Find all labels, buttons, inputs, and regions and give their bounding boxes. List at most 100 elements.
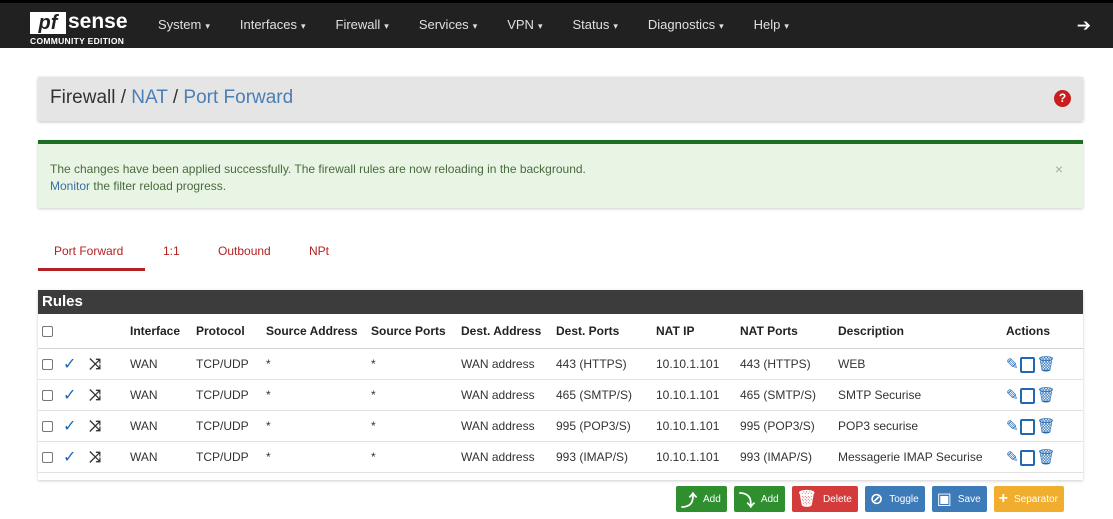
- row-checkbox[interactable]: [42, 359, 53, 371]
- pfsense-logo[interactable]: pf sense COMMUNITY EDITION: [30, 10, 140, 46]
- row-checkbox[interactable]: [42, 452, 53, 464]
- action-buttons: ⤴ Add ⤵ Add 🗑 Delete ⊘ Toggle ▣ Save + Separat…: [676, 486, 1071, 514]
- select-all-header[interactable]: [38, 314, 59, 349]
- table-row[interactable]: ✓ ⤨ WAN TCP/UDP * * WAN address 995 (POP…: [38, 410, 1083, 442]
- close-icon[interactable]: ×: [1055, 161, 1063, 177]
- copy-icon[interactable]: [1019, 419, 1035, 436]
- header-source-ports[interactable]: Source Ports: [367, 314, 457, 349]
- cell-nat-ip: 10.10.1.101: [652, 348, 736, 380]
- menu-services[interactable]: Services ▾: [419, 17, 477, 37]
- random-icon: ⤨: [89, 355, 102, 373]
- cell-actions: ✎ 🗑: [1002, 410, 1083, 442]
- trash-icon[interactable]: 🗑: [1037, 417, 1056, 435]
- header-protocol[interactable]: Protocol: [192, 314, 262, 349]
- sign-out-icon[interactable]: ➔: [1077, 16, 1091, 36]
- cell-protocol: TCP/UDP: [192, 410, 262, 442]
- pencil-icon[interactable]: ✎: [1006, 355, 1019, 373]
- toggle-button[interactable]: ⊘ Toggle: [864, 486, 925, 512]
- active-tab-indicator: [38, 268, 145, 271]
- header-dest-ports[interactable]: Dest. Ports: [552, 314, 652, 349]
- caret-down-icon: ▾: [472, 21, 478, 31]
- header-description[interactable]: Description: [834, 314, 1002, 349]
- separator-button[interactable]: + Separator: [993, 486, 1064, 512]
- check-icon[interactable]: ✓: [63, 387, 76, 404]
- trash-icon[interactable]: 🗑: [1037, 448, 1056, 466]
- level-up-icon: ⤴: [681, 493, 698, 510]
- pencil-icon[interactable]: ✎: [1006, 417, 1019, 435]
- cell-dest-ports: 995 (POP3/S): [552, 410, 652, 442]
- pencil-icon[interactable]: ✎: [1006, 386, 1019, 404]
- check-icon[interactable]: ✓: [63, 449, 76, 466]
- pencil-icon[interactable]: ✎: [1006, 448, 1019, 466]
- copy-icon[interactable]: [1019, 450, 1035, 467]
- tab-port-forward[interactable]: Port Forward: [54, 244, 123, 258]
- breadcrumb-nat[interactable]: NAT: [131, 87, 167, 108]
- toggle-label: Toggle: [889, 493, 919, 505]
- cell-protocol: TCP/UDP: [192, 348, 262, 380]
- header-dest-address[interactable]: Dest. Address: [457, 314, 552, 349]
- tab-npt[interactable]: NPt: [309, 244, 329, 258]
- success-alert: The changes have been applied successful…: [38, 140, 1083, 208]
- alert-line-2: the filter reload progress.: [93, 179, 227, 193]
- add-rule-top-button[interactable]: ⤴ Add: [676, 486, 727, 512]
- cell-description: POP3 securise: [834, 410, 1002, 442]
- menu-vpn[interactable]: VPN ▾: [507, 17, 542, 37]
- cell-nat-ports: 993 (IMAP/S): [736, 441, 834, 473]
- cell-description: Messagerie IMAP Securise: [834, 441, 1002, 473]
- select-all-checkbox[interactable]: [42, 326, 53, 338]
- row-checkbox[interactable]: [42, 421, 53, 433]
- tab-1-1[interactable]: 1:1: [163, 244, 180, 258]
- logo-mark: pf: [30, 12, 66, 34]
- menu-firewall[interactable]: Firewall ▾: [336, 17, 389, 37]
- logo-subtitle: COMMUNITY EDITION: [30, 36, 125, 46]
- header-source-address[interactable]: Source Address: [262, 314, 367, 349]
- trash-icon[interactable]: 🗑: [1037, 355, 1056, 373]
- breadcrumb-separator: /: [172, 87, 179, 108]
- caret-down-icon: ▾: [384, 21, 389, 31]
- menu-help[interactable]: Help ▾: [754, 17, 789, 37]
- cell-interface: WAN: [126, 410, 192, 442]
- save-icon: ▣: [936, 491, 952, 508]
- breadcrumb-port-forward[interactable]: Port Forward: [183, 87, 293, 108]
- header-nat-ports[interactable]: NAT Ports: [736, 314, 834, 349]
- cell-nat-ports: 443 (HTTPS): [736, 348, 834, 380]
- table-row[interactable]: ✓ ⤨ WAN TCP/UDP * * WAN address 443 (HTT…: [38, 348, 1083, 380]
- caret-down-icon: ▾: [719, 21, 724, 31]
- cell-actions: ✎ 🗑: [1002, 348, 1083, 380]
- caret-down-icon: ▾: [300, 21, 306, 31]
- save-button[interactable]: ▣ Save: [931, 486, 987, 512]
- cell-protocol: TCP/UDP: [192, 441, 262, 473]
- add-rule-bottom-button[interactable]: ⤵ Add: [733, 486, 785, 512]
- row-checkbox[interactable]: [42, 390, 53, 402]
- monitor-link[interactable]: Monitor: [50, 179, 90, 193]
- header-interface[interactable]: Interface: [126, 314, 192, 349]
- tab-outbound[interactable]: Outbound: [218, 244, 271, 258]
- header-type: [85, 314, 126, 349]
- header-nat-ip[interactable]: NAT IP: [652, 314, 736, 349]
- check-icon[interactable]: ✓: [63, 418, 76, 435]
- save-label: Save: [957, 493, 981, 505]
- cell-dest-ports: 465 (SMTP/S): [552, 379, 652, 411]
- caret-down-icon: ▾: [613, 21, 618, 31]
- cell-source-ports: *: [367, 410, 457, 442]
- trash-icon: 🗑: [796, 491, 817, 508]
- table-row[interactable]: ✓ ⤨ WAN TCP/UDP * * WAN address 993 (IMA…: [38, 441, 1083, 473]
- cell-nat-ip: 10.10.1.101: [652, 410, 736, 442]
- menu-interfaces[interactable]: Interfaces ▾: [240, 17, 306, 37]
- menu-status[interactable]: Status ▾: [572, 17, 617, 37]
- menu-diagnostics[interactable]: Diagnostics ▾: [648, 17, 724, 37]
- cell-nat-ip: 10.10.1.101: [652, 379, 736, 411]
- copy-icon[interactable]: [1019, 357, 1035, 374]
- add-bottom-label: Add: [760, 493, 779, 505]
- check-icon[interactable]: ✓: [63, 356, 76, 373]
- caret-down-icon: ▾: [784, 21, 789, 31]
- cell-actions: ✎ 🗑: [1002, 379, 1083, 411]
- copy-icon[interactable]: [1019, 388, 1035, 405]
- breadcrumb-firewall: Firewall: [50, 87, 116, 108]
- delete-button[interactable]: 🗑 Delete: [791, 486, 858, 512]
- trash-icon[interactable]: 🗑: [1037, 386, 1056, 404]
- header-actions: Actions: [1002, 314, 1083, 349]
- table-row[interactable]: ✓ ⤨ WAN TCP/UDP * * WAN address 465 (SMT…: [38, 379, 1083, 411]
- menu-system[interactable]: System ▾: [158, 17, 210, 37]
- question-circle-icon[interactable]: ?: [1054, 90, 1071, 107]
